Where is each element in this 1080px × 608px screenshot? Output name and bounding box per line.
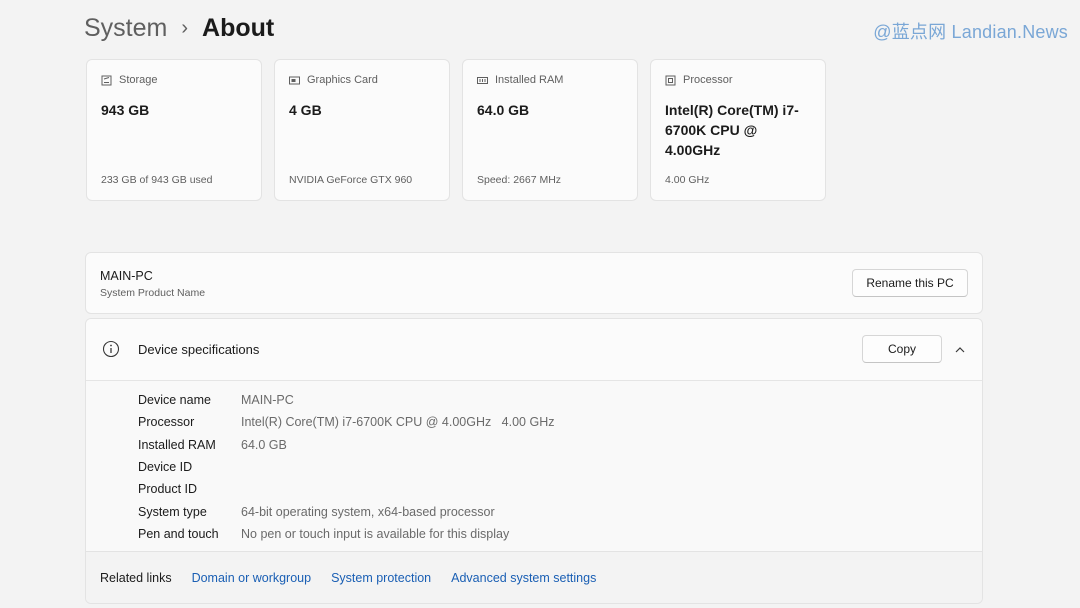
- card-storage-value: 943 GB: [101, 102, 150, 118]
- pc-product-name-label: System Product Name: [100, 287, 206, 299]
- spec-key: Installed RAM: [138, 437, 216, 452]
- device-specifications-panel: Device specifications Copy Device name M…: [85, 318, 983, 604]
- spec-row-product-id: Product ID: [138, 478, 554, 500]
- breadcrumb-system[interactable]: System: [84, 14, 167, 43]
- card-ram-sub: Speed: 2667 MHz: [477, 174, 562, 186]
- spec-row-system-type: System type 64-bit operating system, x64…: [138, 500, 554, 522]
- breadcrumb-separator: ›: [181, 16, 189, 39]
- card-graphics-value: 4 GB: [289, 102, 322, 118]
- card-ram-header: Installed RAM: [477, 74, 623, 86]
- spec-key: Product ID: [138, 482, 198, 497]
- card-graphics-sub: NVIDIA GeForce GTX 960: [289, 174, 413, 186]
- info-icon: [102, 340, 120, 358]
- device-specifications-title: Device specifications: [138, 342, 260, 357]
- spec-key: Device ID: [138, 460, 193, 475]
- spec-cards: Storage 943 GB 233 GB of 943 GB used Gra…: [86, 59, 826, 201]
- card-storage-sub: 233 GB of 943 GB used: [101, 174, 213, 186]
- card-ram-value: 64.0 GB: [477, 102, 530, 118]
- card-ram-label: Installed RAM: [495, 74, 564, 86]
- pc-name-panel: MAIN-PC System Product Name Rename this …: [85, 252, 983, 314]
- page-title: About: [202, 13, 275, 42]
- spec-row-pen-and-touch: Pen and touch No pen or touch input is a…: [138, 523, 554, 545]
- spec-key: System type: [138, 504, 207, 519]
- spec-row-installed-ram: Installed RAM 64.0 GB: [138, 434, 554, 456]
- watermark: @蓝点网 Landian.News: [873, 22, 1068, 42]
- domain-or-workgroup-link[interactable]: Domain or workgroup: [192, 571, 312, 585]
- breadcrumb: System › About: [84, 10, 274, 46]
- rename-pc-button[interactable]: Rename this PC: [852, 269, 968, 297]
- card-processor-value: Intel(R) Core(TM) i7-6700K CPU @ 4.00GHz: [665, 102, 799, 158]
- graphics-card-icon: [289, 76, 300, 84]
- ram-icon: [477, 76, 488, 84]
- spec-row-device-name: Device name MAIN-PC: [138, 389, 554, 411]
- spec-rows: Device name MAIN-PC Processor Intel(R) C…: [138, 389, 554, 545]
- spec-row-device-id: Device ID: [138, 456, 554, 478]
- spec-key: Device name: [138, 393, 211, 408]
- related-links-title: Related links: [100, 570, 172, 585]
- related-links-bar: Related links Domain or workgroup System…: [86, 551, 982, 603]
- pc-name: MAIN-PC: [100, 269, 153, 283]
- card-processor-label: Processor: [683, 74, 733, 86]
- device-specifications-header[interactable]: Device specifications Copy: [86, 319, 982, 381]
- card-processor-header: Processor: [665, 74, 811, 86]
- spec-value: MAIN-PC: [241, 393, 294, 408]
- spec-key: Processor: [138, 415, 195, 430]
- spec-value: 64.0 GB: [241, 437, 287, 452]
- spec-row-processor: Processor Intel(R) Core(TM) i7-6700K CPU…: [138, 411, 554, 433]
- spec-value: No pen or touch input is available for t…: [241, 526, 510, 541]
- card-graphics-header: Graphics Card: [289, 74, 435, 86]
- spec-value: Intel(R) Core(TM) i7-6700K CPU @ 4.00GHz…: [241, 415, 555, 430]
- card-storage-header: Storage: [101, 74, 247, 86]
- card-graphics-label: Graphics Card: [307, 74, 378, 86]
- card-processor: Processor Intel(R) Core(TM) i7-6700K CPU…: [650, 59, 826, 201]
- advanced-system-settings-link[interactable]: Advanced system settings: [451, 571, 596, 585]
- card-graphics: Graphics Card 4 GB NVIDIA GeForce GTX 96…: [274, 59, 450, 201]
- card-storage-label: Storage: [119, 74, 158, 86]
- storage-icon: [101, 75, 112, 85]
- system-protection-link[interactable]: System protection: [331, 571, 431, 585]
- card-storage: Storage 943 GB 233 GB of 943 GB used: [86, 59, 262, 201]
- card-processor-sub: 4.00 GHz: [665, 174, 710, 186]
- processor-icon: [665, 75, 676, 85]
- copy-button[interactable]: Copy: [862, 335, 942, 363]
- chevron-up-icon[interactable]: [954, 344, 966, 356]
- spec-key: Pen and touch: [138, 526, 219, 541]
- spec-value: 64-bit operating system, x64-based proce…: [241, 504, 495, 519]
- card-ram: Installed RAM 64.0 GB Speed: 2667 MHz: [462, 59, 638, 201]
